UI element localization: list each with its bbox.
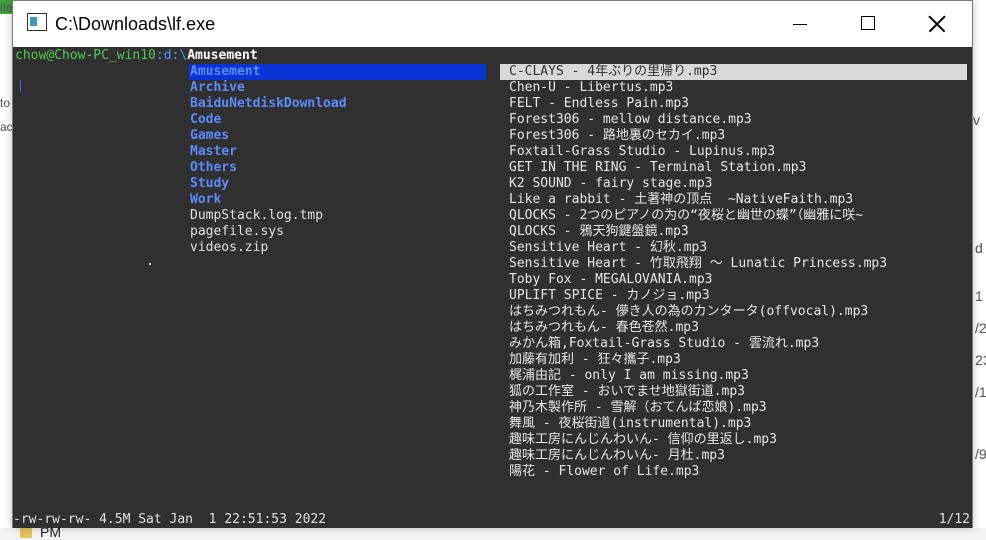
background-text: d <box>975 240 983 256</box>
list-item[interactable]: pagefile.sys <box>189 224 504 240</box>
folder-icon <box>20 528 32 538</box>
preview-file[interactable]: Like a rabbit - 土著神の顶点 ~NativeFaith.mp3 <box>500 192 967 208</box>
close-button[interactable] <box>913 1 959 47</box>
list-item[interactable]: Code <box>189 112 504 128</box>
preview-file[interactable]: 加藤有加利 - 狂々攜子.mp3 <box>500 352 967 368</box>
title-bar[interactable]: C:\Downloads\lf.exe <box>13 1 972 47</box>
prompt-line: chow@Chow-PC_win10:d:\Amusement <box>15 48 258 64</box>
prompt-current-dir: Amusement <box>187 48 258 63</box>
preview-file[interactable]: Forest306 - 路地裏のセカイ.mp3 <box>500 128 967 144</box>
background-explorer-strip <box>0 528 986 540</box>
background-text: 23 <box>975 352 986 368</box>
preview-file[interactable]: FELT - Endless Pain.mp3 <box>500 96 967 112</box>
list-item[interactable]: DumpStack.log.tmp <box>189 208 504 224</box>
text-cursor <box>20 80 21 92</box>
preview-pane: C-CLAYS - 4年ぶりの里帰り.mp3 Chen-U - Libertus.… <box>500 64 967 480</box>
list-item[interactable]: videos.zip <box>189 240 504 256</box>
preview-file[interactable]: みかん箱,Foxtail-Grass Studio - 雲流れ.mp3 <box>500 336 967 352</box>
directory-name: Others <box>190 160 237 175</box>
preview-file[interactable]: UPLIFT SPICE - カノジョ.mp3 <box>500 288 967 304</box>
preview-file[interactable]: Sensitive Heart - 幻秋.mp3 <box>500 240 967 256</box>
prompt-user-host: chow@Chow-PC_win10 <box>15 48 156 63</box>
preview-file[interactable]: Foxtail-Grass Studio - Lupinus.mp3 <box>500 144 967 160</box>
maximize-button[interactable] <box>845 1 891 47</box>
preview-file[interactable]: C-CLAYS - 4年ぶりの里帰り.mp3 <box>500 64 967 80</box>
file-name: DumpStack.log.tmp <box>190 208 324 223</box>
lf-window: C:\Downloads\lf.exe chow@Chow-PC_win10:d… <box>12 0 973 528</box>
preview-file[interactable]: 狐の工作室 - おいでませ地獄街道.mp3 <box>500 384 967 400</box>
preview-file[interactable]: Toby Fox - MEGALOVANIA.mp3 <box>500 272 967 288</box>
list-item[interactable]: Others <box>189 160 504 176</box>
preview-file[interactable]: Sensitive Heart - 竹取飛翔 〜 Lunatic Princes… <box>500 256 967 272</box>
preview-file[interactable]: 陽花 - Flower of Life.mp3 <box>500 464 967 480</box>
list-item[interactable]: BaiduNetdiskDownload <box>189 96 504 112</box>
prompt-separator: : <box>155 48 164 63</box>
preview-file[interactable]: 神乃木製作所 - 雪解（おてんば恋娘).mp3 <box>500 400 967 416</box>
preview-file[interactable]: 趣味工房にんじんわいん- 信仰の里返し.mp3 <box>500 432 967 448</box>
preview-file[interactable]: はちみつれもん- 春色苍然.mp3 <box>500 320 967 336</box>
background-text: v <box>973 112 980 128</box>
list-item[interactable]: Study <box>189 176 504 192</box>
background-text: ac <box>0 120 13 134</box>
background-text: 1 <box>975 288 983 304</box>
list-item[interactable]: Archive <box>189 80 504 96</box>
terminal-area[interactable]: chow@Chow-PC_win10:d:\Amusement Amusemen… <box>13 47 972 528</box>
preview-file[interactable]: はちみつれもん- 儚き人の為のカンタータ(offvocal).mp3 <box>500 304 967 320</box>
preview-file[interactable]: 趣味工房にんじんわいん- 月杜.mp3 <box>500 448 967 464</box>
file-info: -rw-rw-rw- 4.5M Sat Jan 1 22:51:53 2022 <box>13 512 327 527</box>
minimize-button[interactable] <box>777 1 823 47</box>
directory-name: Work <box>190 192 222 207</box>
terminal-app-icon[interactable] <box>27 13 47 31</box>
directory-name: Code <box>190 112 222 127</box>
background-text: /9 <box>975 446 986 462</box>
preview-file[interactable]: Forest306 - mellow distance.mp3 <box>500 112 967 128</box>
list-item[interactable]: Master <box>189 144 504 160</box>
terminal-artifact-dot <box>149 263 151 265</box>
directory-name: Study <box>190 176 230 191</box>
preview-file[interactable]: 梶浦由記 - only I am missing.mp3 <box>500 368 967 384</box>
directory-name: Games <box>190 128 230 143</box>
directory-name: Master <box>190 144 237 159</box>
preview-file[interactable]: K2 SOUND - fairy stage.mp3 <box>500 176 967 192</box>
preview-file[interactable]: QLOCKS - 2つのピアノの为の“夜桜と幽世の蝶”（幽雅に咲~ <box>500 208 967 224</box>
position-indicator: 1/12 <box>938 512 970 527</box>
list-item[interactable]: Work <box>189 192 504 208</box>
directory-name: BaiduNetdiskDownload <box>190 96 347 111</box>
preview-file[interactable]: Chen-U - Libertus.mp3 <box>500 80 967 96</box>
preview-file[interactable]: 舞風 - 夜桜街道(instrumental).mp3 <box>500 416 967 432</box>
prompt-path: d:\ <box>163 48 188 63</box>
background-text: /1 <box>975 384 986 400</box>
directory-name: Archive <box>190 80 245 95</box>
preview-file[interactable]: GET IN THE RING - Terminal Station.mp3 <box>500 160 967 176</box>
list-item-selected[interactable]: Amusement <box>189 64 486 80</box>
background-text: /2 <box>975 320 986 336</box>
window-title: C:\Downloads\lf.exe <box>55 14 216 34</box>
list-item[interactable]: Games <box>189 128 504 144</box>
preview-file[interactable]: QLOCKS - 鴉天狗鍵盤鏡.mp3 <box>500 224 967 240</box>
directory-list: Amusement Archive BaiduNetdiskDownload Code… <box>189 64 504 256</box>
file-name: videos.zip <box>190 240 269 255</box>
file-name: pagefile.sys <box>190 224 284 239</box>
directory-name: Amusement <box>190 64 261 79</box>
status-bar: -rw-rw-rw- 4.5M Sat Jan 1 22:51:53 2022 … <box>13 512 972 528</box>
background-text: to <box>0 96 11 110</box>
